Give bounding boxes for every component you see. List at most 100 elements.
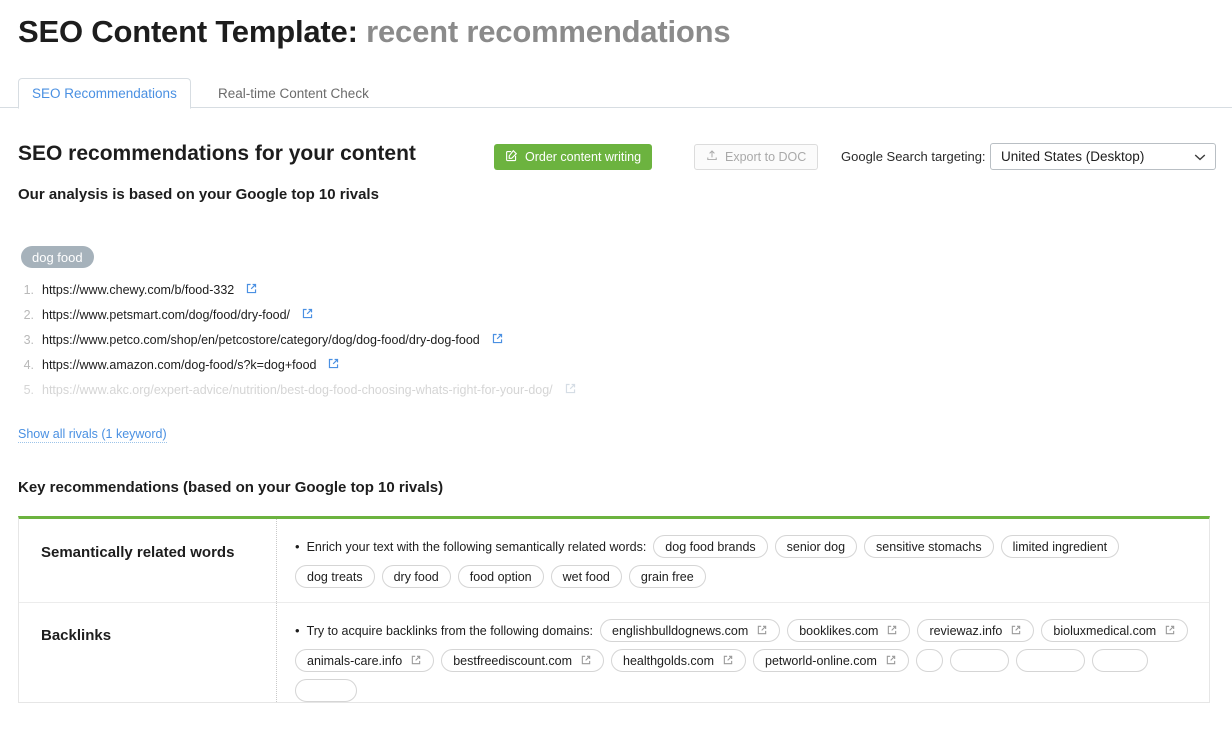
recommendations-table: Semantically related words Enrich your t… [18, 516, 1210, 703]
table-row: Backlinks Try to acquire backlinks from … [19, 602, 1209, 702]
chip-label: wet food [562, 569, 610, 584]
rival-url: https://www.chewy.com/b/food-332 [42, 283, 235, 297]
list-item[interactable]: 5. https://www.akc.org/expert-advice/nut… [0, 383, 800, 408]
backlink-chip[interactable]: animals-care.info [295, 649, 435, 672]
analysis-subheading: Our analysis is based on your Google top… [18, 186, 379, 203]
chip-label: sensitive stomachs [876, 539, 982, 554]
chip-label: senior dog [786, 539, 846, 554]
external-link-icon[interactable] [246, 283, 257, 294]
backlink-chip[interactable]: englishbulldognews.com [600, 619, 781, 642]
keyword-chip[interactable]: dog treats [295, 565, 375, 588]
external-link-icon[interactable] [723, 655, 734, 666]
tab-real-time-content-check[interactable]: Real-time Content Check [204, 78, 383, 109]
keyword-tag-label: dog food [32, 249, 83, 265]
backlink-chip[interactable]: healthgolds.com [611, 649, 747, 672]
chip-label: limited ingredient [1012, 539, 1108, 554]
show-all-rivals-link[interactable]: Show all rivals (1 keyword) [18, 427, 167, 443]
seo-content-template-page: SEO Content Template: recent recommendat… [0, 0, 1232, 738]
page-title: SEO Content Template: recent recommendat… [18, 14, 731, 50]
keyword-chip[interactable]: dog food brands [653, 535, 768, 558]
row-label: Semantically related words [19, 519, 277, 602]
list-item[interactable]: 1. https://www.chewy.com/b/food-332 [0, 283, 800, 308]
keyword-tag[interactable]: dog food [21, 246, 94, 268]
chip-label: dry food [393, 569, 439, 584]
tab-label: Real-time Content Check [218, 86, 369, 101]
external-link-icon[interactable] [328, 358, 339, 369]
external-link-icon[interactable] [757, 625, 768, 636]
rival-number: 5. [23, 383, 34, 397]
section-heading-recommendations: SEO recommendations for your content [18, 142, 416, 165]
keyword-chip[interactable]: food option [457, 565, 544, 588]
export-to-doc-label: Export to DOC [725, 150, 807, 164]
keyword-chip[interactable]: limited ingredient [1000, 535, 1120, 558]
backlink-chip[interactable]: petworld-online.com [753, 649, 909, 672]
rival-number: 1. [23, 283, 34, 297]
backlink-chip[interactable] [950, 649, 1010, 672]
backlink-chip[interactable] [295, 679, 358, 702]
keyword-chip[interactable]: wet food [550, 565, 622, 588]
export-to-doc-button[interactable]: Export to DOC [694, 144, 819, 170]
keyword-chip[interactable]: dry food [381, 565, 451, 588]
chip-label: bioluxmedical.com [1053, 623, 1157, 638]
chip-label: animals-care.info [307, 653, 403, 668]
external-link-icon[interactable] [886, 655, 897, 666]
list-item[interactable]: 4. https://www.amazon.com/dog-food/s?k=d… [0, 358, 800, 383]
order-content-writing-label: Order content writing [525, 150, 642, 164]
table-row: Semantically related words Enrich your t… [19, 519, 1209, 602]
search-targeting-value: United States (Desktop) [1001, 149, 1145, 164]
backlink-chip[interactable] [915, 649, 944, 672]
rivals-list: 1. https://www.chewy.com/b/food-332 2. h… [0, 283, 800, 408]
chip-label: petworld-online.com [765, 653, 877, 668]
backlink-chip[interactable] [1092, 649, 1148, 672]
chip-label: dog food brands [665, 539, 756, 554]
rival-url: https://www.petsmart.com/dog/food/dry-fo… [42, 308, 291, 322]
chip-label: food option [469, 569, 532, 584]
external-link-icon[interactable] [581, 655, 592, 666]
external-link-icon[interactable] [411, 655, 422, 666]
search-targeting-select[interactable]: United States (Desktop) [990, 143, 1216, 170]
rival-url: https://www.amazon.com/dog-food/s?k=dog+… [42, 358, 317, 372]
rival-url: https://www.petco.com/shop/en/petcostore… [42, 333, 480, 347]
keyword-chip[interactable]: sensitive stomachs [864, 535, 994, 558]
rival-url: https://www.akc.org/expert-advice/nutrit… [42, 383, 553, 397]
chevron-down-icon [1194, 149, 1206, 164]
keyword-chip[interactable]: grain free [628, 565, 706, 588]
rival-number: 3. [23, 333, 34, 347]
backlink-domains-line: Try to acquire backlinks from the follow… [295, 619, 1195, 702]
external-link-icon[interactable] [1011, 625, 1022, 636]
external-link-icon[interactable] [565, 383, 576, 394]
external-link-icon[interactable] [1165, 625, 1176, 636]
page-title-sub: recent recommendations [366, 14, 731, 49]
chip-label: healthgolds.com [623, 653, 715, 668]
chip-label: bestfreediscount.com [453, 653, 572, 668]
tab-bar: SEO Recommendations Real-time Content Ch… [0, 78, 1232, 109]
chip-label: booklikes.com [799, 623, 879, 638]
chip-label: reviewaz.info [929, 623, 1003, 638]
row-label: Backlinks [19, 603, 277, 702]
semantic-words-line: Enrich your text with the following sema… [295, 535, 1195, 588]
backlink-chip[interactable]: booklikes.com [787, 619, 911, 642]
row-content: Enrich your text with the following sema… [277, 519, 1209, 602]
list-item[interactable]: 2. https://www.petsmart.com/dog/food/dry… [0, 308, 800, 333]
backlink-chip[interactable] [1016, 649, 1086, 672]
keyword-chip[interactable]: senior dog [774, 535, 858, 558]
upload-icon [706, 149, 718, 165]
list-item[interactable]: 3. https://www.petco.com/shop/en/petcost… [0, 333, 800, 358]
row-bullet-text: Enrich your text with the following sema… [295, 539, 647, 554]
external-link-icon[interactable] [302, 308, 313, 319]
tab-seo-recommendations[interactable]: SEO Recommendations [18, 78, 191, 109]
external-link-icon[interactable] [492, 333, 503, 344]
backlink-chip[interactable]: reviewaz.info [917, 619, 1035, 642]
chip-label: englishbulldognews.com [612, 623, 749, 638]
chip-label: dog treats [307, 569, 363, 584]
targeting-label: Google Search targeting: [841, 149, 986, 164]
rival-number: 4. [23, 358, 34, 372]
order-content-writing-button[interactable]: Order content writing [494, 144, 653, 170]
backlink-chip[interactable]: bioluxmedical.com [1041, 619, 1189, 642]
external-link-icon[interactable] [887, 625, 898, 636]
backlink-chip[interactable]: bestfreediscount.com [441, 649, 604, 672]
row-bullet-text: Try to acquire backlinks from the follow… [295, 623, 593, 638]
row-content: Try to acquire backlinks from the follow… [277, 603, 1209, 702]
tab-label: SEO Recommendations [32, 86, 177, 101]
compose-icon [505, 149, 518, 165]
